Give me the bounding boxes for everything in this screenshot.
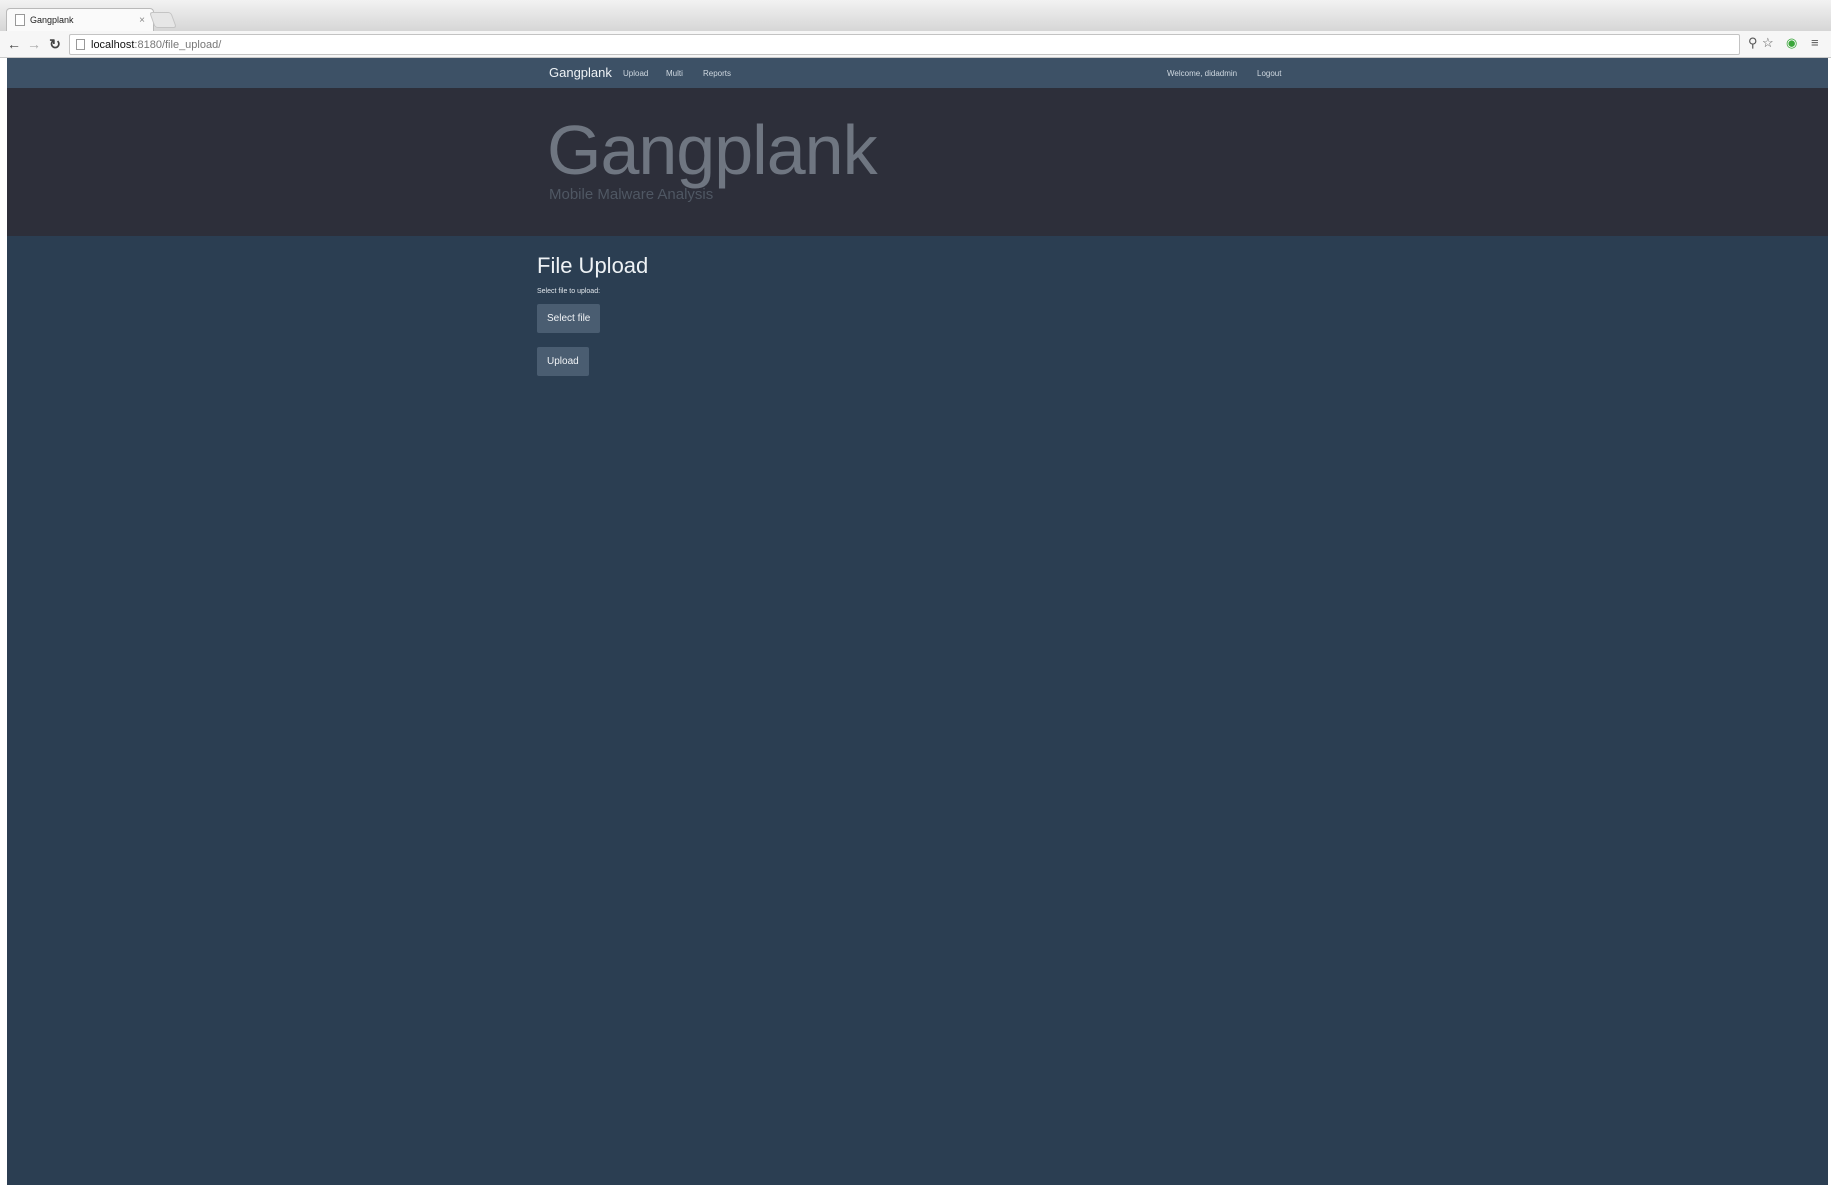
select-file-button[interactable]: Select file [537, 304, 601, 333]
browser-tab[interactable]: Gangplank × [6, 8, 154, 31]
forward-icon[interactable]: → [24, 34, 44, 54]
page-title: File Upload [537, 253, 649, 278]
nav-link-upload[interactable]: Upload [623, 69, 648, 78]
url-path: :8180/file_upload/ [134, 38, 222, 51]
logout-link[interactable]: Logout [1257, 69, 1281, 78]
url-host: localhost [91, 38, 135, 51]
extension-icon[interactable]: ◉ [1786, 35, 1797, 51]
hero-title: Gangplank [547, 111, 878, 189]
browser-tabstrip: Gangplank × [0, 0, 1831, 31]
upload-button[interactable]: Upload [537, 347, 589, 376]
navbar-brand[interactable]: Gangplank [549, 65, 612, 80]
back-icon[interactable]: ← [4, 34, 24, 54]
hero-banner: Gangplank Mobile Malware Analysis [7, 88, 1828, 236]
welcome-text: Welcome, didadmin [1167, 69, 1238, 78]
close-icon[interactable]: × [139, 15, 145, 26]
star-icon[interactable]: ☆ [1762, 35, 1774, 51]
page-body: Gangplank Upload Multi Reports Welcome, … [7, 58, 1828, 1185]
window-edge [0, 58, 7, 1185]
hero-subtitle: Mobile Malware Analysis [549, 186, 714, 203]
zoom-icon[interactable]: ⚲ [1748, 35, 1758, 51]
top-navbar: Gangplank Upload Multi Reports Welcome, … [7, 58, 1828, 88]
nav-link-multi[interactable]: Multi [666, 69, 683, 78]
menu-icon[interactable]: ≡ [1811, 35, 1819, 50]
browser-toolbar: ← → ↻ localhost:8180/file_upload/ ⚲ ☆ ◉ … [0, 31, 1831, 58]
address-bar[interactable]: localhost:8180/file_upload/ [69, 34, 1740, 55]
page-icon [15, 14, 25, 26]
page-icon [76, 39, 85, 50]
nav-link-reports[interactable]: Reports [703, 69, 731, 78]
upload-section: File Upload Select file to upload: Selec… [537, 253, 1137, 376]
new-tab-button[interactable] [149, 12, 177, 28]
tab-title: Gangplank [30, 15, 74, 25]
reload-icon[interactable]: ↻ [45, 34, 65, 54]
file-select-label: Select file to upload: [537, 288, 601, 295]
